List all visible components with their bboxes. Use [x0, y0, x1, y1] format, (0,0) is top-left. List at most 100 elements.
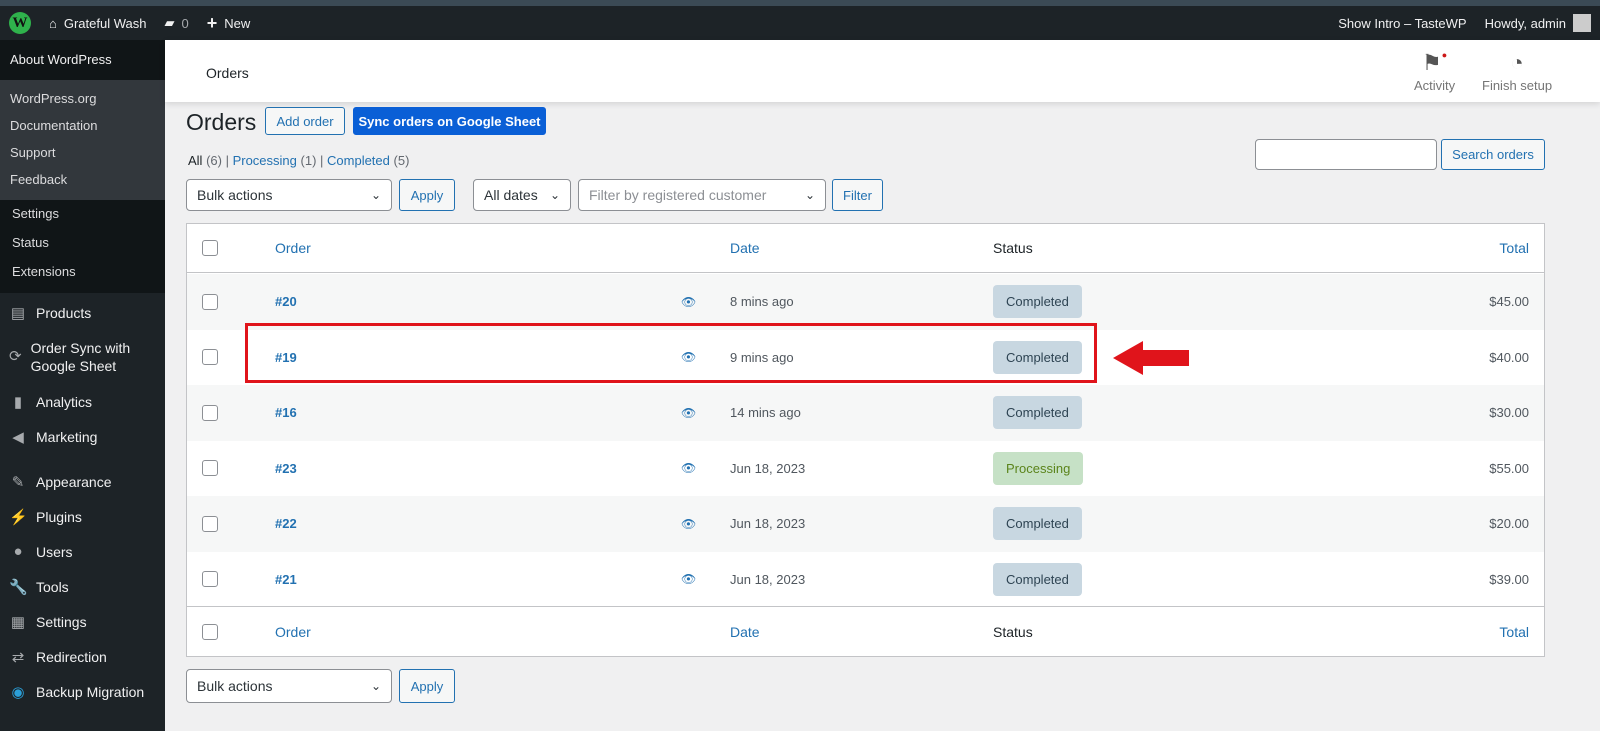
highlight-box — [245, 323, 1097, 383]
status-filters: All (6) | Processing (1) | Completed (5) — [188, 153, 410, 168]
eye-icon[interactable]: 👁 — [681, 406, 696, 420]
eye-icon[interactable]: 👁 — [681, 572, 696, 586]
table-row[interactable]: #16 👁 14 mins ago Completed $30.00 — [187, 385, 1544, 441]
column-order-footer[interactable]: Order — [275, 624, 311, 640]
row-checkbox[interactable] — [202, 404, 218, 421]
user-icon: ● — [13, 543, 23, 560]
menu-marketing[interactable]: ◀ Marketing — [0, 419, 165, 454]
sync-orders-button[interactable]: Sync orders on Google Sheet — [353, 107, 546, 135]
chevron-down-icon: ⌄ — [370, 679, 381, 693]
row-checkbox[interactable] — [202, 515, 218, 532]
chevron-down-icon: ⌄ — [804, 188, 815, 202]
filter-completed[interactable]: Completed (5) — [327, 153, 409, 168]
column-status: Status — [993, 240, 1033, 256]
search-orders-button[interactable]: Search orders — [1441, 139, 1545, 170]
row-checkbox[interactable] — [202, 460, 218, 477]
search-input[interactable] — [1255, 139, 1437, 170]
admin-bar: W ⌂ Grateful Wash ▰ 0 + New Show Intro – Ta… — [0, 6, 1600, 40]
wp-logo-menu[interactable]: W — [0, 6, 40, 40]
sidebar: About WordPress WordPress.org Documentat… — [0, 40, 165, 731]
order-link[interactable]: #21 — [275, 572, 297, 587]
customer-filter-select[interactable]: Filter by registered customer ⌄ — [578, 179, 826, 211]
chevron-down-icon: ⌄ — [549, 188, 560, 202]
order-total: $40.00 — [1489, 349, 1529, 365]
box-icon: ▤ — [10, 304, 26, 322]
select-all-checkbox-footer[interactable] — [202, 624, 218, 640]
table-row[interactable]: #21 👁 Jun 18, 2023 Completed $39.00 — [187, 552, 1544, 608]
wordpress-org-link[interactable]: WordPress.org — [0, 86, 165, 113]
order-total: $39.00 — [1489, 571, 1529, 587]
table-header: Order Date Status Total — [187, 224, 1544, 273]
filter-all[interactable]: All (6) — [188, 153, 222, 168]
menu-redirection[interactable]: ⇄ Redirection — [0, 639, 165, 674]
order-link[interactable]: #23 — [275, 461, 297, 476]
feedback-link[interactable]: Feedback — [0, 167, 165, 194]
menu-appearance[interactable]: ✎ Appearance — [0, 464, 165, 499]
eye-icon[interactable]: 👁 — [681, 461, 696, 475]
table-row[interactable]: #23 👁 Jun 18, 2023 Processing $55.00 — [187, 441, 1544, 497]
filter-button[interactable]: Filter — [832, 179, 883, 211]
wordpress-icon: W — [9, 12, 31, 34]
show-intro-link[interactable]: Show Intro – TasteWP — [1329, 6, 1475, 40]
filter-processing[interactable]: Processing (1) — [233, 153, 317, 168]
documentation-link[interactable]: Documentation — [0, 113, 165, 140]
table-row[interactable]: #20 👁 8 mins ago Completed $45.00 — [187, 274, 1544, 330]
add-order-button[interactable]: Add order — [265, 107, 345, 135]
megaphone-icon: ◀ — [12, 428, 24, 446]
order-link[interactable]: #20 — [275, 294, 297, 309]
red-arrow-annotation — [1113, 341, 1189, 375]
column-total[interactable]: Total — [1499, 240, 1529, 256]
bulk-actions-select-bottom[interactable]: Bulk actions ⌄ — [186, 669, 392, 703]
eye-icon[interactable]: 👁 — [681, 517, 696, 531]
eye-icon[interactable]: 👁 — [681, 295, 696, 309]
table-row[interactable]: #22 👁 Jun 18, 2023 Completed $20.00 — [187, 496, 1544, 552]
status-badge: Completed — [993, 396, 1082, 430]
new-content-link[interactable]: + New — [198, 6, 260, 40]
support-link[interactable]: Support — [0, 140, 165, 167]
wc-extensions-link[interactable]: Extensions — [0, 258, 165, 287]
column-status-footer: Status — [993, 624, 1033, 640]
account-menu[interactable]: Howdy, admin — [1476, 6, 1600, 40]
finish-setup-button[interactable]: ◔ Finish setup — [1482, 50, 1552, 93]
menu-backup-migration[interactable]: ◉ Backup Migration — [0, 674, 165, 709]
order-link[interactable]: #22 — [275, 516, 297, 531]
wc-status-link[interactable]: Status — [0, 229, 165, 258]
order-total: $30.00 — [1489, 405, 1529, 421]
comment-icon: ▰ — [164, 15, 175, 30]
order-date: Jun 18, 2023 — [730, 516, 806, 532]
menu-users[interactable]: ● Users — [0, 534, 165, 569]
apply-button[interactable]: Apply — [399, 179, 455, 211]
sync-icon: ⟳ — [9, 348, 22, 365]
redirect-icon: ⇄ — [11, 648, 25, 666]
apply-button-bottom[interactable]: Apply — [399, 669, 455, 703]
order-date: Jun 18, 2023 — [730, 460, 806, 476]
avatar — [1573, 14, 1591, 32]
column-total-footer[interactable]: Total — [1499, 624, 1529, 640]
menu-tools[interactable]: 🔧 Tools — [0, 569, 165, 604]
order-link[interactable]: #16 — [275, 405, 297, 420]
menu-order-sync[interactable]: ⟳ Order Sync with Google Sheet — [0, 330, 165, 384]
status-badge: Completed — [993, 285, 1082, 319]
row-checkbox[interactable] — [202, 349, 218, 366]
activity-button[interactable]: ⚑● Activity — [1414, 50, 1455, 93]
order-total: $45.00 — [1489, 294, 1529, 310]
menu-plugins[interactable]: ⚡ Plugins — [0, 499, 165, 534]
column-date-footer[interactable]: Date — [730, 624, 760, 640]
site-name-link[interactable]: ⌂ Grateful Wash — [40, 6, 155, 40]
column-order[interactable]: Order — [275, 240, 311, 256]
wc-settings-link[interactable]: Settings — [0, 200, 165, 229]
menu-products[interactable]: ▤ Products — [0, 295, 165, 330]
menu-analytics[interactable]: ▮ Analytics — [0, 384, 165, 419]
row-checkbox[interactable] — [202, 571, 218, 588]
flag-icon: ⚑● — [1422, 50, 1448, 75]
dates-select[interactable]: All dates ⌄ — [473, 179, 571, 211]
progress-circle-icon: ◔ — [1510, 50, 1524, 75]
status-badge: Completed — [993, 562, 1082, 596]
comments-link[interactable]: ▰ 0 — [155, 6, 197, 40]
bulk-actions-select[interactable]: Bulk actions ⌄ — [186, 179, 392, 211]
menu-settings[interactable]: ▦ Settings — [0, 604, 165, 639]
row-checkbox[interactable] — [202, 293, 218, 310]
column-date[interactable]: Date — [730, 240, 760, 256]
select-all-checkbox[interactable] — [202, 240, 218, 256]
about-wordpress-link[interactable]: About WordPress — [0, 40, 165, 80]
